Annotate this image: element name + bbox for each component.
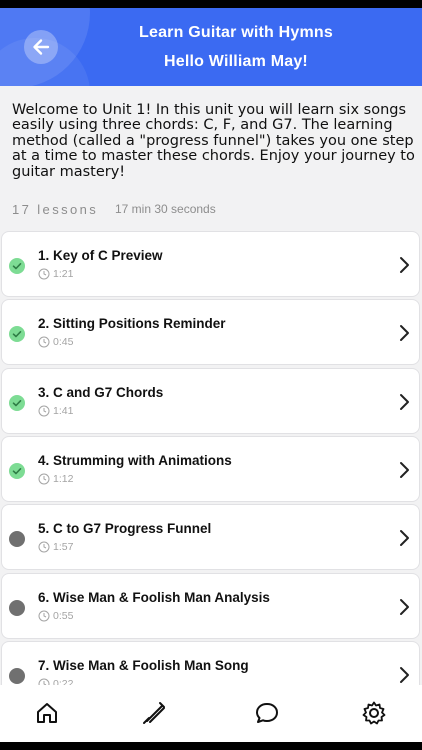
lesson-time: 1:57 bbox=[53, 541, 74, 553]
clock-icon bbox=[38, 405, 50, 417]
settings-gear-icon bbox=[362, 701, 386, 725]
guitar-neck-icon bbox=[143, 702, 165, 724]
app-header: Learn Guitar with Hymns Hello William Ma… bbox=[0, 8, 422, 86]
lesson-duration: 1:57 bbox=[38, 541, 73, 553]
lesson-title: 6. Wise Man & Foolish Man Analysis bbox=[38, 590, 270, 605]
chevron-right-icon bbox=[400, 257, 409, 273]
tab-lessons[interactable] bbox=[141, 700, 167, 726]
status-indicator-icon bbox=[9, 258, 25, 274]
lesson-duration: 0:55 bbox=[38, 610, 73, 622]
lesson-row[interactable]: 3. C and G7 Chords 1:41 bbox=[1, 368, 420, 434]
greeting: Hello William May! bbox=[164, 53, 308, 70]
clock-icon bbox=[38, 610, 50, 622]
lesson-title: 4. Strumming with Animations bbox=[38, 453, 232, 468]
clock-icon bbox=[38, 473, 50, 485]
chevron-right-icon bbox=[400, 325, 409, 341]
chevron-right-icon bbox=[400, 394, 409, 410]
chevron-right-icon bbox=[400, 599, 409, 615]
lesson-count: 17 lessons bbox=[12, 202, 99, 217]
screen: Learn Guitar with Hymns Hello William Ma… bbox=[0, 8, 422, 742]
lesson-time: 1:41 bbox=[53, 405, 74, 417]
lesson-title: 7. Wise Man & Foolish Man Song bbox=[38, 658, 249, 673]
status-indicator-icon bbox=[9, 600, 25, 616]
lesson-duration: 1:12 bbox=[38, 473, 73, 485]
lesson-row[interactable]: 1. Key of C Preview 1:21 bbox=[1, 231, 420, 297]
check-icon bbox=[12, 331, 22, 338]
tab-chat[interactable] bbox=[254, 700, 280, 726]
lesson-time: 1:12 bbox=[53, 473, 74, 485]
lesson-title: 5. C to G7 Progress Funnel bbox=[38, 521, 212, 536]
clock-icon bbox=[38, 541, 50, 553]
lesson-time: 0:55 bbox=[53, 610, 74, 622]
clock-icon bbox=[38, 268, 50, 280]
home-icon bbox=[37, 703, 57, 723]
back-button[interactable] bbox=[24, 30, 58, 64]
chevron-right-icon bbox=[400, 530, 409, 546]
lesson-duration: 1:41 bbox=[38, 405, 73, 417]
total-duration: 17 min 30 seconds bbox=[115, 202, 216, 216]
lesson-time: 1:21 bbox=[53, 268, 74, 280]
chevron-right-icon bbox=[400, 462, 409, 478]
chevron-right-icon bbox=[400, 667, 409, 683]
bottom-tab-bar bbox=[0, 685, 422, 742]
status-indicator-icon bbox=[9, 463, 25, 479]
arrow-left-icon bbox=[33, 39, 50, 55]
unit-intro: Welcome to Unit 1! In this unit you will… bbox=[12, 102, 415, 180]
check-icon bbox=[12, 263, 22, 270]
status-indicator-icon bbox=[9, 531, 25, 547]
status-indicator-icon bbox=[9, 395, 25, 411]
chat-bubble-icon bbox=[256, 703, 278, 723]
lesson-duration: 1:21 bbox=[38, 268, 73, 280]
lesson-title: 1. Key of C Preview bbox=[38, 248, 163, 263]
status-indicator-icon bbox=[9, 326, 25, 342]
lesson-duration: 0:45 bbox=[38, 336, 73, 348]
lesson-row[interactable]: 2. Sitting Positions Reminder 0:45 bbox=[1, 299, 420, 365]
clock-icon bbox=[38, 336, 50, 348]
tab-home[interactable] bbox=[34, 700, 60, 726]
lesson-row[interactable]: 6. Wise Man & Foolish Man Analysis 0:55 bbox=[1, 573, 420, 639]
status-indicator-icon bbox=[9, 668, 25, 684]
lesson-row[interactable]: 5. C to G7 Progress Funnel 1:57 bbox=[1, 504, 420, 570]
app-title: Learn Guitar with Hymns bbox=[139, 24, 333, 41]
lesson-title: 3. C and G7 Chords bbox=[38, 385, 164, 400]
lesson-time: 0:45 bbox=[53, 336, 74, 348]
check-icon bbox=[12, 400, 22, 407]
check-icon bbox=[12, 468, 22, 475]
lesson-title: 2. Sitting Positions Reminder bbox=[38, 316, 226, 331]
tab-settings[interactable] bbox=[361, 700, 387, 726]
lesson-row[interactable]: 4. Strumming with Animations 1:12 bbox=[1, 436, 420, 502]
